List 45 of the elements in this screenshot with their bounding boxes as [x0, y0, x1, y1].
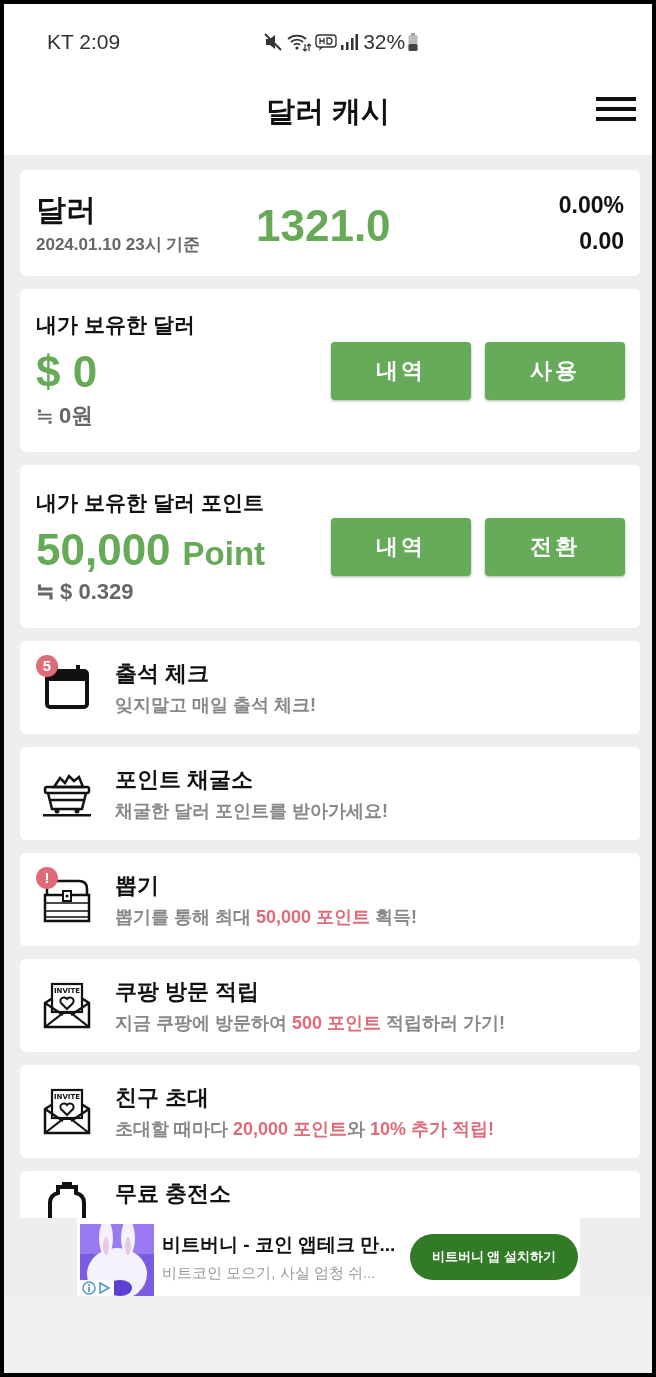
notification-badge: !	[36, 866, 58, 889]
feature-description: 초대할 때마다 20,000 포인트와 10% 추가 적립!	[115, 1117, 495, 1141]
ad-title: 비트버니 - 코인 앱테크 만...	[162, 1232, 397, 1257]
battery-icon	[408, 32, 419, 52]
feature-title: 친구 초대	[115, 1083, 211, 1112]
notification-badge: 5	[36, 654, 58, 677]
rate-date: 2024.01.10 23시 기준	[36, 234, 202, 256]
feature-title: 뽑기	[115, 871, 160, 900]
install-button[interactable]: 비트버니 앱 설치하기	[410, 1234, 578, 1280]
change-percent: 0.00%	[558, 191, 624, 220]
page-title: 달러 캐시	[265, 93, 391, 129]
play-icon	[98, 1281, 110, 1295]
feature-description: 잊지말고 매일 출석 체크!	[115, 693, 316, 717]
battery-percent: 32%	[363, 30, 406, 54]
feature-description: 뽑기를 통해 최대 50,000 포인트 획득!	[115, 905, 418, 929]
info-icon	[82, 1281, 96, 1295]
currency-name: 달러	[36, 192, 97, 228]
amount-unit: Point	[182, 534, 266, 573]
feature-card[interactable]: 포인트 채굴소 채굴한 달러 포인트를 받아가세요!	[20, 747, 640, 840]
approx-value: ≒ $ 0.329	[36, 578, 135, 605]
feature-card[interactable]: 무료 충전소	[20, 1171, 640, 1218]
feature-description: 지금 쿠팡에 방문하여 500 포인트 적립하러 가기!	[115, 1011, 506, 1035]
exchange-rate: 1321.0	[256, 200, 392, 251]
carrier-time: KT 2:09	[47, 30, 121, 54]
ad-description: 비트코인 모으기, 사실 엄청 쉬...	[162, 1263, 377, 1283]
holding-title: 내가 보유한 달러 포인트	[36, 489, 265, 516]
feature-card[interactable]: 5 출석 체크 잊지말고 매일 출석 체크!	[20, 641, 640, 734]
holding-title: 내가 보유한 달러	[36, 311, 196, 338]
ad-banner[interactable]: 비트버니 - 코인 앱테크 만... 비트코인 모으기, 사실 엄청 쉬... 비트버니 앱 설치하기	[77, 1218, 580, 1296]
feature-title: 쿠팡 방문 적립	[115, 977, 261, 1006]
change-amount: 0.00	[578, 227, 624, 256]
menu-icon	[596, 96, 636, 122]
wifi-icon	[286, 32, 313, 52]
approx-value: ≒ 0원	[36, 401, 95, 430]
hd-voice-icon	[315, 32, 338, 52]
menu-button[interactable]	[596, 96, 636, 122]
feature-title: 출석 체크	[115, 659, 211, 688]
feature-card[interactable]: ! 뽑기 뽑기를 통해 최대 50,000 포인트 획득!	[20, 853, 640, 946]
holding-amount: $ 0	[36, 346, 98, 397]
signal-icon	[340, 32, 359, 52]
feature-description: 채굴한 달러 포인트를 받아가세요!	[115, 799, 388, 823]
feature-title: 무료 충전소	[115, 1180, 232, 1208]
holding-amount: 50,000	[36, 524, 171, 575]
feature-title: 포인트 채굴소	[115, 765, 255, 794]
mute-icon	[263, 32, 284, 52]
